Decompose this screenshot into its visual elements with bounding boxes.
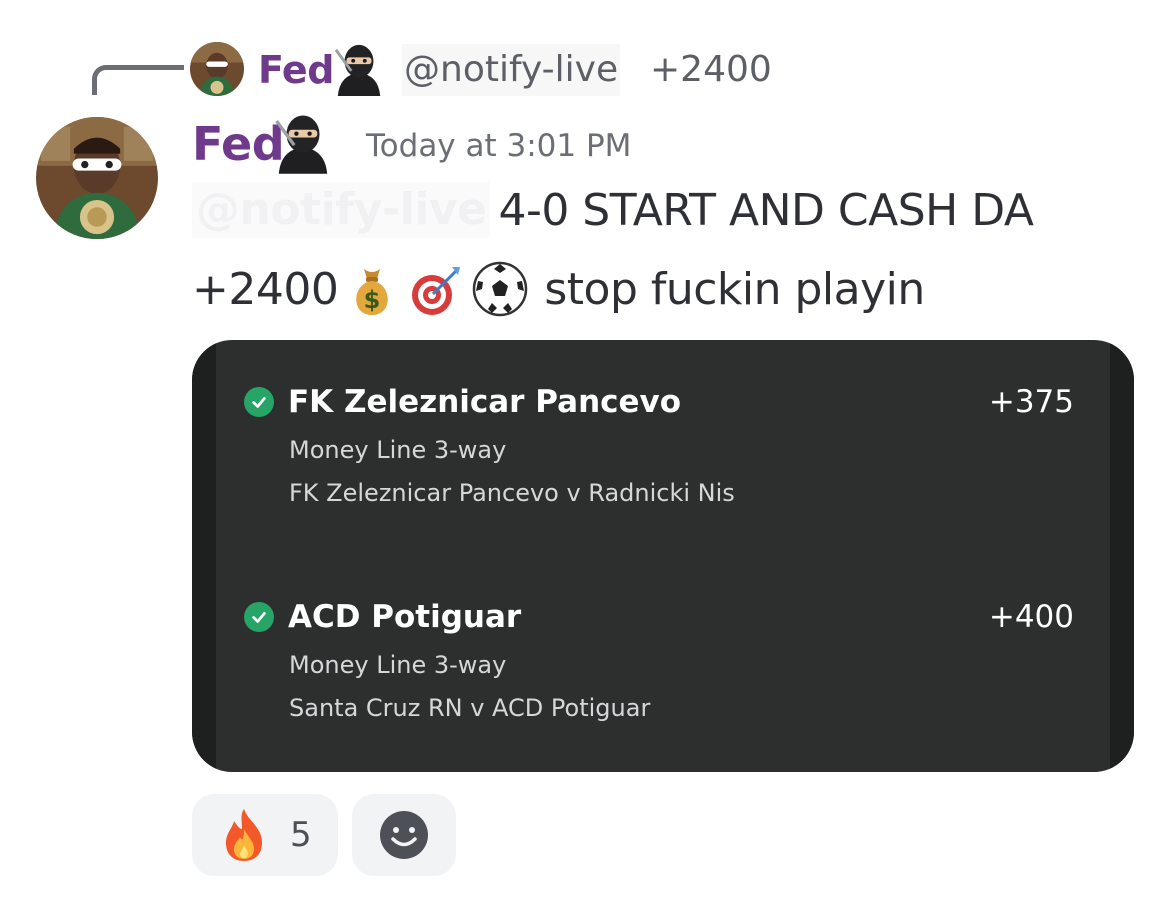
reply-avatar-image	[190, 42, 244, 96]
message-timestamp[interactable]: Today at 3:01 PM	[366, 124, 631, 168]
bet-market: Money Line 3-way	[289, 651, 507, 679]
soccer-ball-icon	[470, 259, 530, 319]
bet-match: FK Zeleznicar Pancevo v Radnicki Nis	[289, 479, 735, 507]
card-edge-right	[1110, 340, 1134, 772]
message-line-1: @notify-live 4-0 START AND CASH DA	[192, 180, 1034, 240]
bet-leg-header: FK Zeleznicar Pancevo +375	[244, 380, 1074, 424]
author-avatar[interactable]	[36, 117, 158, 239]
bet-team: FK Zeleznicar Pancevo	[288, 384, 682, 420]
money-bag-icon: $	[342, 259, 402, 319]
message-text-odds: +2400	[192, 263, 339, 315]
fire-icon	[218, 807, 270, 863]
bet-market: Money Line 3-way	[289, 436, 507, 464]
reply-author-name[interactable]: Fed	[258, 44, 334, 96]
dart-target-icon	[406, 259, 466, 319]
check-icon	[244, 602, 274, 632]
reaction-fire-button[interactable]: 5	[192, 794, 338, 876]
bet-match: Santa Cruz RN v ACD Potiguar	[289, 694, 651, 722]
reply-preview-text[interactable]: +2400	[650, 44, 772, 96]
bet-team: ACD Potiguar	[288, 599, 522, 635]
bet-leg: FK Zeleznicar Pancevo +375 Money Line 3-…	[244, 380, 1074, 511]
reaction-count: 5	[290, 815, 312, 855]
user-mention[interactable]: @notify-live	[192, 182, 491, 238]
reply-mention[interactable]: @notify-live	[402, 44, 621, 96]
bet-slip-card[interactable]: FK Zeleznicar Pancevo +375 Money Line 3-…	[192, 340, 1134, 772]
bet-leg-header: ACD Potiguar +400	[244, 595, 1074, 639]
bet-odds: +400	[988, 599, 1074, 635]
message-text-tail: stop fuckin playin	[544, 263, 925, 315]
add-reaction-button[interactable]	[352, 794, 456, 876]
card-edge-left	[192, 340, 216, 772]
ninja-icon	[270, 112, 336, 174]
add-reaction-icon	[380, 811, 428, 859]
svg-text:$: $	[364, 286, 381, 314]
reply-connector	[92, 65, 184, 95]
ninja-icon	[330, 42, 388, 96]
message-text: 4-0 START AND CASH DA	[498, 184, 1034, 236]
author-avatar-image	[36, 117, 158, 239]
check-icon	[244, 387, 274, 417]
message-line-2: +2400 $ stop fuckin playin	[192, 258, 925, 320]
bet-odds: +375	[988, 384, 1074, 420]
bet-leg: ACD Potiguar +400 Money Line 3-way Santa…	[244, 595, 1074, 726]
reply-avatar[interactable]	[190, 42, 244, 96]
